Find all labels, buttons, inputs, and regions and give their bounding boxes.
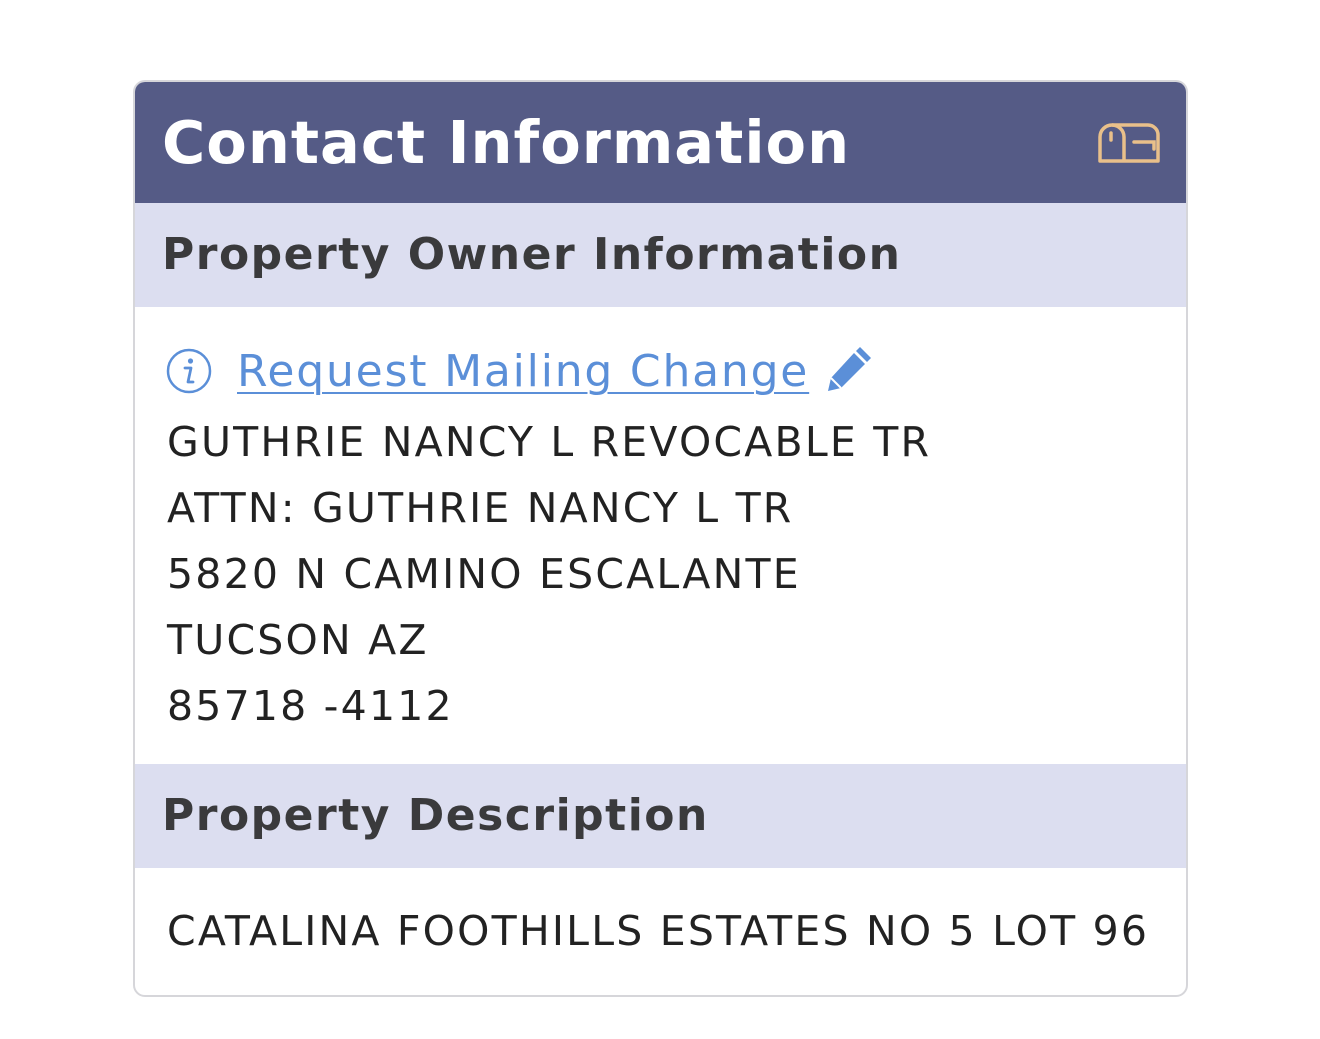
pencil-icon [828,347,872,391]
description-section-header: Property Description [135,764,1186,868]
description-section-title: Property Description [162,790,709,841]
request-mailing-change-label: Request Mailing Change [237,345,810,397]
owner-section-header: Property Owner Information [135,203,1186,307]
owner-address-line: TUCSON AZ [167,616,429,664]
owner-section-body: Request Mailing Change GUTHRIE NANCY L R… [135,307,1186,764]
owner-section-title: Property Owner Information [162,229,902,280]
description-section-body: CATALINA FOOTHILLS ESTATES NO 5 LOT 96 [135,868,1186,993]
mailbox-icon [1098,123,1160,163]
owner-address-line: GUTHRIE NANCY L REVOCABLE TR [167,418,932,466]
owner-address-line: 85718 -4112 [167,682,454,730]
info-icon[interactable] [165,347,213,395]
card-header: Contact Information [135,82,1186,203]
owner-address-line: 5820 N CAMINO ESCALANTE [167,550,801,598]
mailing-change-row: Request Mailing Change [165,345,872,397]
contact-information-card: Contact Information Property Owner Infor… [133,80,1188,997]
card-title: Contact Information [162,108,851,177]
property-description-text: CATALINA FOOTHILLS ESTATES NO 5 LOT 96 [167,907,1150,955]
request-mailing-change-link[interactable]: Request Mailing Change [237,345,872,397]
owner-address-line: ATTN: GUTHRIE NANCY L TR [167,484,794,532]
owner-address-lines: GUTHRIE NANCY L REVOCABLE TR ATTN: GUTHR… [167,409,931,739]
